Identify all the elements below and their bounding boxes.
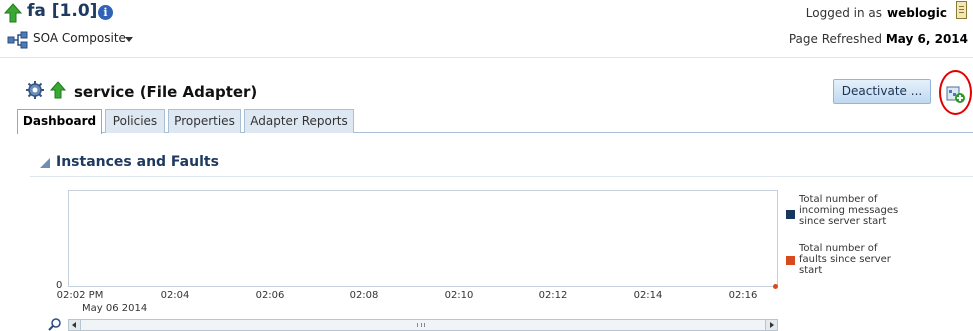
highlight-circle [939, 70, 972, 115]
refreshed-date: May 6, 2014 [885, 32, 968, 46]
x-tick-label: 02:06 [255, 290, 285, 301]
service-gear-icon [26, 81, 44, 99]
soa-composite-icon [7, 31, 28, 49]
page-refreshed: Page Refreshed May 6, 2014 [789, 32, 968, 46]
x-tick-label: 02:14 [633, 290, 663, 301]
scroll-right-icon[interactable] [765, 320, 777, 330]
legend-label-incoming: Total number of incoming messages since … [799, 194, 899, 227]
section-title: Instances and Faults [56, 154, 219, 170]
scroll-grip-icon[interactable] [417, 323, 425, 327]
logged-in-label: Logged in as [805, 6, 882, 20]
up-arrow-icon [4, 3, 22, 23]
fault-data-point[interactable] [773, 284, 778, 289]
x-tick-label: 02:12 [538, 290, 568, 301]
legend-swatch-faults [786, 256, 795, 265]
collapse-triangle-icon[interactable] [40, 158, 50, 168]
zoom-icon[interactable] [48, 318, 62, 331]
username: weblogic [887, 6, 947, 20]
document-icon[interactable] [956, 1, 967, 19]
status-up-icon [50, 81, 66, 99]
x-tick-label: 02:02 PM [56, 290, 104, 301]
legend-label-faults: Total number of faults since server star… [799, 243, 891, 276]
tab-adapter-reports[interactable]: Adapter Reports [244, 109, 354, 133]
x-tick-label: 02:04 [160, 290, 190, 301]
soa-composite-menu[interactable]: SOA Composite [33, 31, 126, 45]
chart-scrollbar[interactable] [68, 319, 778, 331]
x-tick-label: 02:16 [728, 290, 758, 301]
info-icon[interactable]: i [98, 5, 113, 20]
tab-properties[interactable]: Properties [168, 109, 241, 133]
x-tick-label: 02:08 [349, 290, 379, 301]
app-title: fa [1.0] [27, 1, 98, 21]
x-tick-label: 02:10 [444, 290, 474, 301]
section-divider [30, 176, 973, 177]
scroll-left-icon[interactable] [69, 320, 81, 330]
refreshed-label: Page Refreshed [788, 32, 883, 46]
deactivate-button[interactable]: Deactivate ... [833, 79, 931, 104]
component-title: service (File Adapter) [74, 83, 258, 101]
tab-policies[interactable]: Policies [105, 109, 165, 133]
legend-swatch-incoming [786, 210, 795, 219]
header-divider [0, 57, 973, 58]
chevron-down-icon[interactable] [125, 37, 133, 42]
logged-in-status: Logged in as weblogic [806, 6, 947, 20]
chart-plot-area [68, 190, 778, 287]
x-axis-date: May 06 2014 [82, 303, 148, 314]
tab-dashboard[interactable]: Dashboard [17, 109, 102, 134]
